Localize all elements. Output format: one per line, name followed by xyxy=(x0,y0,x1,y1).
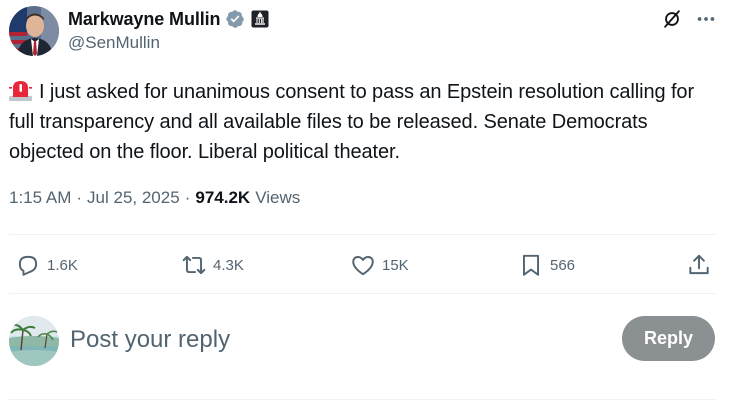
bookmark-button[interactable]: 566 xyxy=(518,247,575,283)
author-display-name[interactable]: Markwayne Mullin xyxy=(68,9,221,30)
reply-icon xyxy=(18,255,38,276)
divider xyxy=(9,234,717,235)
header-actions xyxy=(659,6,719,32)
author-avatar[interactable] xyxy=(9,6,59,56)
repost-icon xyxy=(182,255,206,275)
repost-count: 4.3K xyxy=(213,256,244,274)
tweet-text: I just asked for unanimous consent to pa… xyxy=(9,77,724,167)
police-siren-emoji-icon xyxy=(9,79,32,101)
grok-icon[interactable] xyxy=(659,6,685,32)
verified-badge-icon[interactable] xyxy=(225,9,245,29)
reply-submit-button[interactable]: Reply xyxy=(622,316,715,361)
action-bar: 1.6K 4.3K 15K 566 xyxy=(9,247,719,283)
share-button[interactable] xyxy=(686,247,712,283)
like-button[interactable]: 15K xyxy=(350,247,409,283)
bookmark-count: 566 xyxy=(550,256,576,274)
us-capitol-gov-badge-icon[interactable] xyxy=(251,10,269,28)
repost-button[interactable]: 4.3K xyxy=(181,247,244,283)
tweet-body: I just asked for unanimous consent to pa… xyxy=(9,81,694,163)
reply-button[interactable]: 1.6K xyxy=(15,247,78,283)
bookmark-icon xyxy=(522,254,540,276)
tweet-date[interactable]: Jul 25, 2025 xyxy=(87,188,180,208)
more-options-icon[interactable] xyxy=(693,6,719,32)
share-icon xyxy=(689,254,709,275)
views-label: Views xyxy=(255,188,301,207)
author-name-row: Markwayne Mullin xyxy=(68,8,269,30)
heart-icon xyxy=(352,256,374,276)
beach-landscape-avatar xyxy=(9,316,59,366)
meta-separator: · xyxy=(76,188,83,207)
meta-separator: · xyxy=(184,188,191,207)
post-detail: Markwayne Mullin @SenMullin I just asked… xyxy=(0,0,733,412)
author-handle[interactable]: @SenMullin xyxy=(68,33,160,53)
senator-portrait-avatar xyxy=(9,6,59,56)
viewer-avatar[interactable] xyxy=(9,316,59,366)
divider xyxy=(9,293,717,294)
tweet-meta: 1:15 AM · Jul 25, 2025 · 974.2K Views xyxy=(9,188,300,208)
like-count: 15K xyxy=(382,256,409,274)
tweet-time[interactable]: 1:15 AM xyxy=(9,188,71,208)
views-count: 974.2K xyxy=(195,188,251,207)
divider xyxy=(9,399,717,400)
reply-input[interactable] xyxy=(70,320,600,360)
reply-count: 1.6K xyxy=(47,256,78,274)
